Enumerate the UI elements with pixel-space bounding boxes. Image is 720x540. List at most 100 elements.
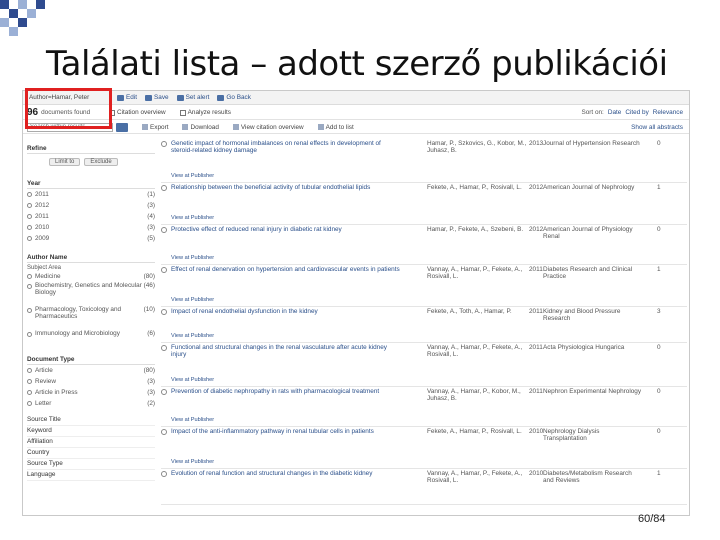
record-authors[interactable]: Hamar, P., Fekete, A., Szebeni, B. [427, 226, 527, 233]
record-authors[interactable]: Vannay, A., Hamar, P., Fekete, A., Rosiv… [427, 344, 527, 358]
edit-button[interactable]: Edit [117, 94, 137, 101]
facet-row[interactable]: Biochemistry, Genetics and Molecular Bio… [27, 282, 155, 306]
record-checkbox[interactable] [161, 227, 167, 233]
view-at-publisher-link[interactable]: View at Publisher [171, 333, 214, 339]
facet-row[interactable]: Article in Press (3) [27, 387, 155, 398]
record-cites[interactable]: 1 [657, 184, 661, 191]
checkbox-icon[interactable] [27, 203, 32, 208]
view-at-publisher-link[interactable]: View at Publisher [171, 297, 214, 303]
record-title[interactable]: Impact of the anti-inflammatory pathway … [171, 428, 401, 435]
record-title[interactable]: Effect of renal denervation on hypertens… [171, 266, 401, 273]
add-to-list-link[interactable]: Add to list [317, 124, 354, 131]
checkbox-icon[interactable] [27, 274, 32, 279]
search-icon[interactable] [116, 122, 128, 132]
checkbox-icon[interactable] [27, 390, 32, 395]
checkbox-icon[interactable] [27, 236, 32, 241]
facet-row[interactable]: 2010 (3) [27, 222, 155, 233]
record-cites[interactable]: 0 [657, 226, 661, 233]
save-button[interactable]: Save [145, 94, 169, 101]
download-link[interactable]: Download [182, 124, 219, 131]
go-back-button[interactable]: Go Back [217, 94, 251, 101]
source-type-facet[interactable]: Source Type [27, 459, 155, 470]
sort-date[interactable]: Date [608, 109, 622, 116]
checkbox-icon[interactable] [27, 192, 32, 197]
record-source[interactable]: Diabetes/Metabolism Research and Reviews [543, 470, 643, 484]
author-facet-heading[interactable]: Author Name [27, 254, 155, 263]
record-authors[interactable]: Fekete, A., Hamar, P., Rosivall, L. [427, 184, 527, 191]
sort-cited-by[interactable]: Cited by [625, 109, 648, 116]
checkbox-icon[interactable] [27, 401, 32, 406]
record-cites[interactable]: 1 [657, 470, 661, 477]
view-citation-overview-link[interactable]: View citation overview [232, 124, 304, 131]
record-checkbox[interactable] [161, 389, 167, 395]
show-all-abstracts-link[interactable]: Show all abstracts [631, 124, 683, 131]
record-title[interactable]: Functional and structural changes in the… [171, 344, 401, 358]
search-within-input[interactable] [27, 122, 113, 132]
facet-row[interactable]: Review (3) [27, 376, 155, 387]
country-facet[interactable]: Country [27, 448, 155, 459]
record-source[interactable]: Acta Physiologica Hungarica [543, 344, 643, 351]
record-title[interactable]: Prevention of diabetic nephropathy in ra… [171, 388, 401, 395]
record-title[interactable]: Impact of renal endothelial dysfunction … [171, 308, 401, 315]
record-cites[interactable]: 0 [657, 388, 661, 395]
record-title[interactable]: Genetic impact of hormonal imbalances on… [171, 140, 401, 154]
facet-row[interactable]: 2011 (1) [27, 189, 155, 200]
record-checkbox[interactable] [161, 267, 167, 273]
citation-overview-link[interactable]: Citation overview [109, 109, 166, 116]
source-title-facet[interactable]: Source Title [27, 415, 155, 426]
record-checkbox[interactable] [161, 185, 167, 191]
language-facet[interactable]: Language [27, 470, 155, 481]
export-link[interactable]: Export [142, 124, 168, 131]
record-source[interactable]: Journal of Hypertension Research [543, 140, 643, 147]
facet-row[interactable]: Medicine (80) [27, 271, 155, 282]
record-cites[interactable]: 0 [657, 344, 661, 351]
facet-row[interactable]: Article (80) [27, 365, 155, 376]
checkbox-icon[interactable] [27, 284, 32, 289]
record-authors[interactable]: Fekete, A., Toth, A., Hamar, P. [427, 308, 527, 315]
facet-row[interactable]: 2011 (4) [27, 211, 155, 222]
facet-row[interactable]: Immunology and Microbiology (6) [27, 330, 155, 346]
view-at-publisher-link[interactable]: View at Publisher [171, 255, 214, 261]
record-title[interactable]: Evolution of renal function and structur… [171, 470, 401, 477]
checkbox-icon[interactable] [27, 308, 32, 313]
record-authors[interactable]: Hamar, P., Szkovics, G., Kobor, M., Juha… [427, 140, 527, 154]
affiliation-facet[interactable]: Affiliation [27, 437, 155, 448]
checkbox-icon[interactable] [27, 214, 32, 219]
analyze-results-link[interactable]: Analyze results [179, 109, 231, 116]
record-source[interactable]: Kidney and Blood Pressure Research [543, 308, 643, 322]
record-cites[interactable]: 1 [657, 266, 661, 273]
record-checkbox[interactable] [161, 141, 167, 147]
checkbox-icon[interactable] [27, 368, 32, 373]
record-source[interactable]: Nephron Experimental Nephrology [543, 388, 643, 395]
record-checkbox[interactable] [161, 345, 167, 351]
record-title[interactable]: Relationship between the beneficial acti… [171, 184, 401, 191]
facet-row[interactable]: 2009 (5) [27, 233, 155, 244]
sort-relevance[interactable]: Relevance [653, 109, 683, 116]
view-at-publisher-link[interactable]: View at Publisher [171, 215, 214, 221]
view-at-publisher-link[interactable]: View at Publisher [171, 459, 214, 465]
facet-row[interactable]: Letter (2) [27, 398, 155, 409]
record-authors[interactable]: Vannay, A., Hamar, P., Fekete, A., Rosiv… [427, 266, 527, 280]
record-title[interactable]: Protective effect of reduced renal injur… [171, 226, 401, 233]
view-at-publisher-link[interactable]: View at Publisher [171, 377, 214, 383]
facet-row[interactable]: Pharmacology, Toxicology and Pharmaceuti… [27, 306, 155, 330]
facet-row[interactable]: 2012 (3) [27, 200, 155, 211]
record-source[interactable]: American Journal of Physiology Renal [543, 226, 643, 240]
record-cites[interactable]: 0 [657, 140, 661, 147]
keyword-facet[interactable]: Keyword [27, 426, 155, 437]
record-authors[interactable]: Fekete, A., Hamar, P., Rosivall, L. [427, 428, 527, 435]
exclude-button[interactable]: Exclude [84, 158, 118, 166]
checkbox-icon[interactable] [27, 379, 32, 384]
set-alert-button[interactable]: Set alert [176, 94, 209, 101]
record-source[interactable]: Diabetes Research and Clinical Practice [543, 266, 643, 280]
checkbox-icon[interactable] [27, 332, 32, 337]
record-cites[interactable]: 3 [657, 308, 661, 315]
record-checkbox[interactable] [161, 429, 167, 435]
checkbox-icon[interactable] [27, 225, 32, 230]
record-authors[interactable]: Vannay, A., Hamar, P., Kobor, M., Juhasz… [427, 388, 527, 402]
record-checkbox[interactable] [161, 309, 167, 315]
view-at-publisher-link[interactable]: View at Publisher [171, 173, 214, 179]
limit-to-button[interactable]: Limit to [49, 158, 81, 166]
record-source[interactable]: Nephrology Dialysis Transplantation [543, 428, 643, 442]
record-cites[interactable]: 0 [657, 428, 661, 435]
